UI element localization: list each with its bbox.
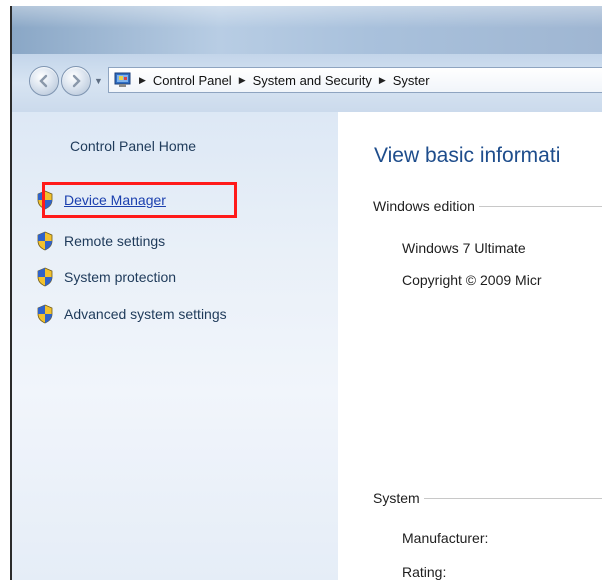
breadcrumb-separator-icon[interactable]: ▶ xyxy=(239,75,246,86)
device-manager-highlight-box xyxy=(42,182,237,218)
section-label: System xyxy=(373,490,420,506)
page-title: View basic informati xyxy=(374,144,561,167)
breadcrumb-system[interactable]: Syster xyxy=(393,73,430,88)
windows-edition-value: Windows 7 Ultimate xyxy=(402,240,526,256)
sidebar-item-label: Advanced system settings xyxy=(64,306,227,322)
sidebar-item-remote-settings[interactable]: Remote settings xyxy=(36,231,165,251)
back-arrow-icon xyxy=(39,74,48,88)
copyright-text: Copyright © 2009 Micr xyxy=(402,272,542,288)
address-bar[interactable]: ▶ Control Panel ▶ System and Security ▶ … xyxy=(108,67,602,93)
title-bar xyxy=(12,6,602,54)
manufacturer-label: Manufacturer: xyxy=(402,530,489,546)
section-divider xyxy=(423,497,602,499)
recent-pages-chevron-icon[interactable]: ▼ xyxy=(94,76,103,86)
breadcrumb-separator-icon[interactable]: ▶ xyxy=(139,75,146,86)
system-section-header: System xyxy=(373,490,602,506)
uac-shield-icon xyxy=(37,304,53,324)
navigation-bar: ▼ ▶ Control Panel ▶ System and Security … xyxy=(12,54,602,113)
content-area: Control Panel Home Device Manager Remote… xyxy=(12,112,602,580)
breadcrumb-control-panel[interactable]: Control Panel xyxy=(153,73,232,88)
sidebar-item-label: System protection xyxy=(64,269,177,285)
control-panel-icon xyxy=(114,72,132,88)
sidebar-item-advanced-system-settings[interactable]: Advanced system settings xyxy=(36,304,227,324)
main-panel: View basic informati Windows edition Win… xyxy=(338,112,602,580)
sidebar-item-system-protection[interactable]: System protection xyxy=(36,267,176,287)
forward-arrow-icon xyxy=(72,74,81,88)
control-panel-home-link[interactable]: Control Panel Home xyxy=(70,138,196,154)
breadcrumb-separator-icon[interactable]: ▶ xyxy=(379,75,386,86)
windows-edition-section-header: Windows edition xyxy=(373,198,602,214)
sidebar-item-label: Remote settings xyxy=(64,233,166,249)
title-bar-shine xyxy=(12,6,602,28)
section-divider xyxy=(478,205,602,207)
back-button[interactable] xyxy=(29,66,59,96)
section-label: Windows edition xyxy=(373,198,475,214)
uac-shield-icon xyxy=(37,231,53,251)
system-window: ▼ ▶ Control Panel ▶ System and Security … xyxy=(10,6,602,580)
forward-button[interactable] xyxy=(61,66,91,96)
breadcrumb-system-and-security[interactable]: System and Security xyxy=(253,73,372,88)
rating-label: Rating: xyxy=(402,564,447,580)
uac-shield-icon xyxy=(37,267,53,287)
task-sidebar: Control Panel Home Device Manager Remote… xyxy=(12,112,338,580)
